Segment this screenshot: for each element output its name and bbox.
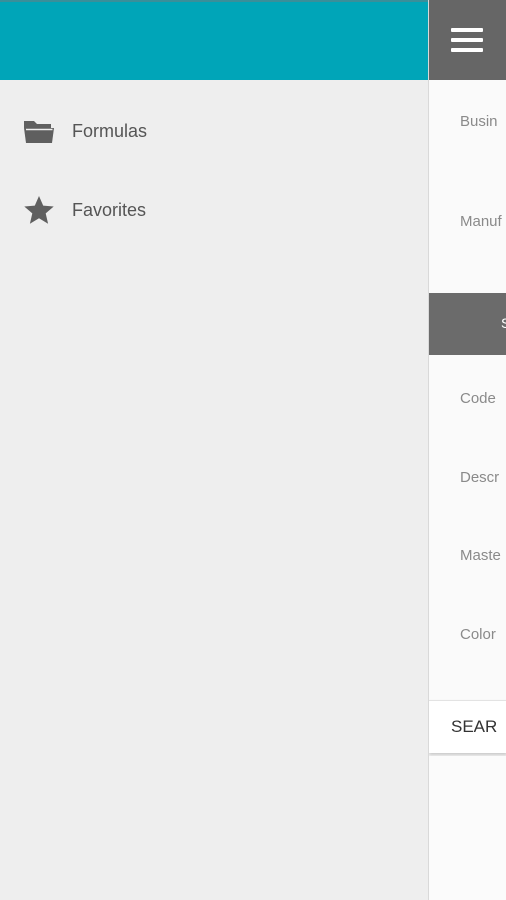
drawer-item-label: Formulas	[72, 120, 148, 141]
filter-card: Busin Manuf	[429, 80, 506, 293]
description-field-label[interactable]: Descr	[460, 469, 499, 486]
main-page: Busin Manuf S Code Descr Maste Color SEA…	[428, 0, 506, 900]
section-header: S	[429, 293, 506, 355]
drawer-item-label: Favorites	[72, 199, 147, 220]
master-field-label[interactable]: Maste	[460, 547, 501, 564]
search-fields-card: Code Descr Maste Color	[429, 355, 506, 700]
navigation-drawer: Formulas Favorites	[0, 0, 428, 900]
star-icon	[22, 193, 56, 227]
business-field-label[interactable]: Busin	[460, 113, 498, 130]
menu-button[interactable]	[429, 0, 506, 80]
hamburger-icon	[451, 28, 483, 52]
drawer-item-favorites[interactable]: Favorites	[0, 180, 428, 240]
search-button-label: SEAR	[451, 717, 498, 736]
section-header-text: S	[501, 315, 506, 331]
search-button[interactable]: SEAR	[429, 700, 506, 753]
drawer-item-formulas[interactable]: Formulas	[0, 101, 428, 161]
color-field-label[interactable]: Color	[460, 626, 496, 643]
manufacturer-field-label[interactable]: Manuf	[460, 213, 502, 230]
code-field-label[interactable]: Code	[460, 390, 496, 407]
folder-icon	[22, 114, 56, 148]
results-area	[429, 756, 506, 900]
drawer-header	[0, 0, 428, 80]
